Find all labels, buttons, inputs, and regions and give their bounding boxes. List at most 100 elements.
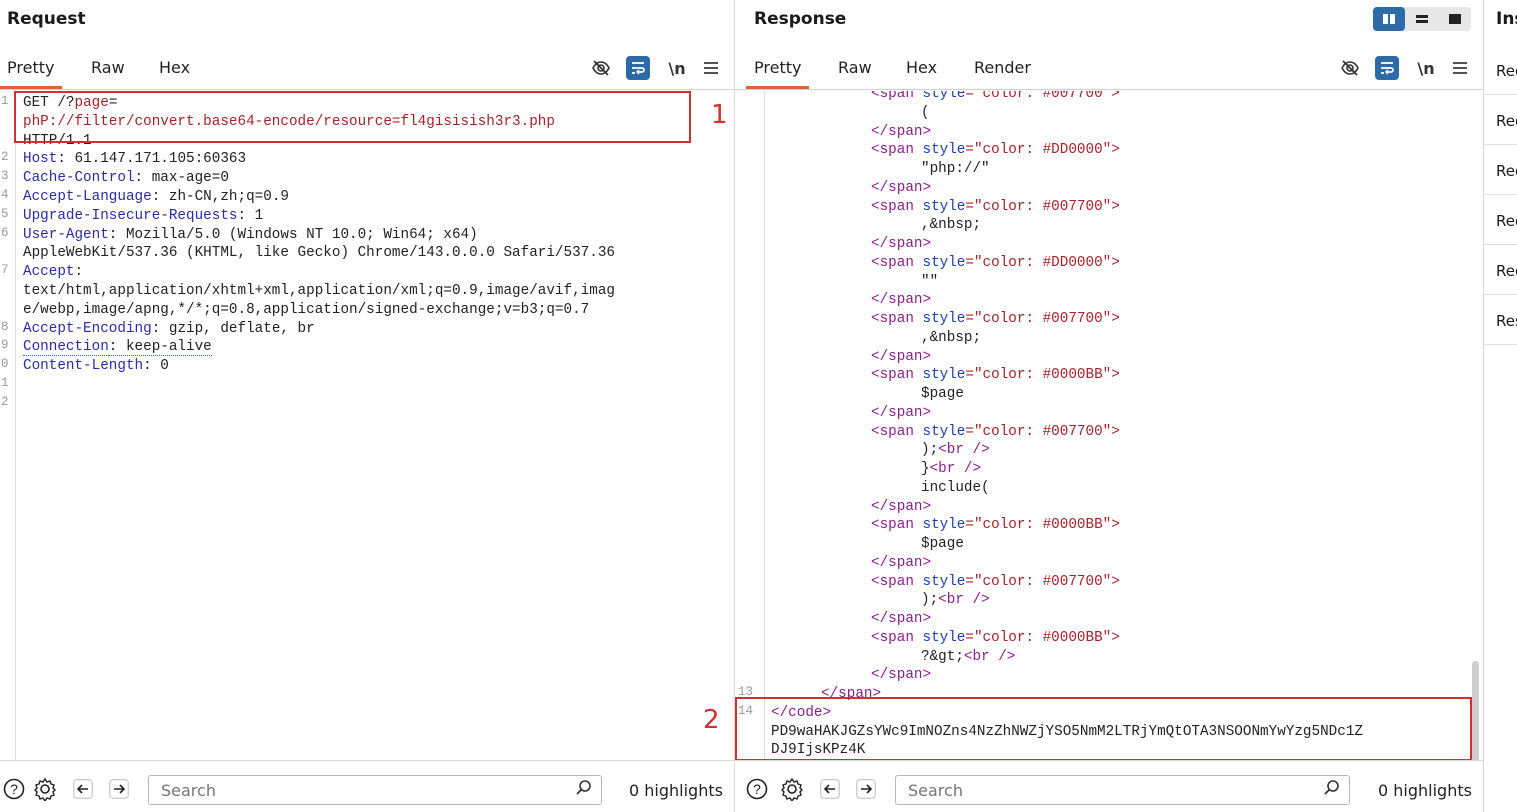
code-line: Accept: [23, 263, 83, 282]
code-line: </span> [871, 179, 931, 198]
code-line: </span> [871, 123, 931, 142]
code-token: ="color: #DD0000"> [965, 142, 1120, 159]
line-number: 9 [1, 338, 9, 353]
tab-raw[interactable]: Raw [838, 58, 872, 77]
forward-arrow-icon[interactable] [853, 776, 879, 802]
response-tabs: Pretty Raw Hex Render \n [735, 48, 1483, 90]
code-line: </span> [871, 610, 931, 629]
code-line: <span style="color: #007700"> [871, 423, 1120, 442]
code-token: : [74, 264, 84, 281]
eye-off-icon[interactable] [589, 56, 613, 80]
code-token: </span> [871, 667, 932, 684]
help-icon[interactable]: ? [744, 776, 770, 802]
back-arrow-icon[interactable] [817, 776, 843, 802]
inspector-item[interactable]: Request body parameters [1484, 145, 1517, 195]
code-line: <span style="color: #DD0000"> [871, 141, 1120, 160]
split-horizontal-icon[interactable] [1406, 7, 1438, 31]
inspector-item[interactable]: Request headers [1484, 245, 1517, 295]
highlight-box-2 [735, 697, 1472, 761]
highlight-box-1 [14, 91, 691, 143]
menu-icon[interactable] [1448, 56, 1472, 80]
annotation-1: 1 [711, 100, 728, 130]
code-token: ="color: #007700"> [965, 311, 1120, 327]
tab-pretty[interactable]: Pretty [745, 58, 810, 89]
code-token: style [922, 254, 966, 271]
inspector-item[interactable]: Request attributes [1484, 45, 1517, 95]
inspector-item[interactable]: Request cookies [1484, 195, 1517, 245]
code-line: "php://" [921, 160, 990, 179]
back-arrow-icon[interactable] [70, 776, 96, 802]
tab-raw[interactable]: Raw [91, 58, 125, 77]
response-title: Response [754, 9, 847, 29]
tab-render[interactable]: Render [974, 58, 1031, 77]
tab-hex[interactable]: Hex [906, 58, 937, 77]
code-token: ,&nbsp; [921, 329, 982, 346]
request-title: Request [7, 9, 86, 29]
code-token: $page [921, 536, 964, 552]
code-token: <span [871, 311, 923, 327]
code-token: style [922, 629, 966, 646]
line-number: 1 [1, 376, 9, 390]
settings-icon[interactable] [32, 776, 58, 802]
wrap-icon[interactable] [626, 56, 650, 80]
inspector-item[interactable]: Request query parameters [1484, 95, 1517, 145]
request-search[interactable] [148, 775, 602, 805]
inspector-title: Inspector [1496, 9, 1517, 29]
code-line: </span> [871, 404, 931, 423]
code-line: ,&nbsp; [921, 329, 981, 348]
split-vertical-icon[interactable] [1373, 7, 1405, 31]
code-token: <span [871, 198, 923, 215]
response-search-input[interactable] [896, 776, 1349, 804]
code-token: style [922, 367, 966, 384]
forward-arrow-icon[interactable] [106, 776, 132, 802]
line-number: 1 [1, 94, 9, 108]
help-icon[interactable]: ? [1, 776, 27, 802]
code-token: </span> [871, 498, 932, 515]
response-search[interactable] [895, 775, 1350, 805]
response-highlights-count: 0 highlights [1378, 781, 1472, 800]
request-editor[interactable]: 123456789012 GET /?page= phP://filter/con… [0, 91, 734, 760]
code-line: <span style="color: #007700"> [871, 310, 1120, 329]
settings-icon[interactable] [779, 776, 805, 802]
code-line: AppleWebKit/537.36 (KHTML, like Gecko) C… [23, 244, 615, 263]
code-token: </span> [871, 236, 932, 252]
tab-pretty[interactable]: Pretty [0, 58, 63, 89]
code-token: Accept [23, 264, 75, 281]
newline-icon[interactable]: \n [1414, 56, 1438, 80]
code-line: <span style="color: #0000BB"> [871, 629, 1120, 648]
code-token: </span> [871, 123, 932, 140]
menu-icon[interactable] [699, 56, 723, 80]
code-token: ( [921, 104, 930, 121]
request-search-input[interactable] [149, 776, 601, 804]
code-token: Accept-Language [23, 189, 152, 205]
code-token: ="color: #007700"> [965, 423, 1120, 440]
newline-icon[interactable]: \n [665, 56, 689, 80]
response-editor[interactable]: 13 14 <span style="color: #007700">(</spa… [735, 91, 1483, 760]
wrap-icon[interactable] [1375, 56, 1399, 80]
code-line: text/html,application/xhtml+xml,applicat… [23, 282, 615, 301]
code-token: <span [871, 91, 923, 102]
request-tabs: Pretty Raw Hex \n [0, 48, 734, 90]
response-scrollbar[interactable] [1472, 661, 1479, 760]
code-token: "php://" [921, 161, 990, 177]
code-line: </span> [871, 235, 931, 254]
single-pane-icon[interactable] [1439, 7, 1471, 31]
code-token: </span> [871, 179, 932, 196]
response-gutter: 13 14 [735, 91, 765, 760]
code-token: <span [871, 629, 923, 646]
code-line: Content-Length: 0 [23, 357, 169, 376]
inspector-item[interactable]: Response headers [1484, 295, 1517, 345]
response-pane: Response Pretty Raw Hex Render \n 13 14 … [703, 0, 1484, 812]
search-icon [1323, 779, 1341, 802]
eye-off-icon[interactable] [1338, 56, 1362, 80]
code-token: </span> [871, 611, 932, 627]
code-line: ,&nbsp; [921, 216, 981, 235]
code-token: text/html,application/xhtml+xml,applicat… [23, 283, 615, 299]
code-line: <span style="color: #007700"> [871, 198, 1120, 217]
svg-text:?: ? [10, 781, 18, 797]
code-line: );<br /> [921, 441, 990, 460]
tab-hex[interactable]: Hex [159, 58, 190, 77]
svg-text:?: ? [753, 781, 761, 797]
code-line: <span style="color: #007700"> [871, 573, 1120, 592]
code-line: </span> [871, 291, 931, 310]
